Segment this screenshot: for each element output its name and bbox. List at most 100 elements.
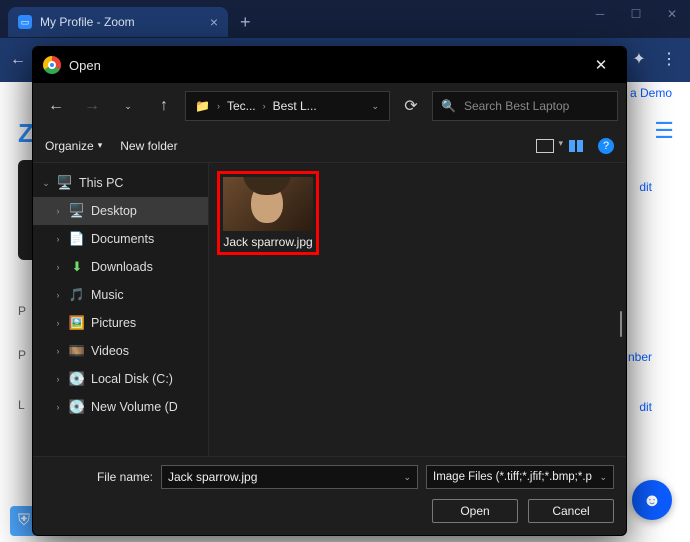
expand-icon[interactable]: › [53,346,63,356]
file-type-filter[interactable]: Image Files (*.tiff;*.jfif;*.bmp;*.p ⌄ [426,465,614,489]
expand-icon[interactable]: › [53,206,63,216]
folder-icon: 📁 [190,97,215,115]
browser-menu-icon[interactable]: ⋮ [660,50,678,68]
file-name-input[interactable]: Jack sparrow.jpg ⌄ [161,465,418,489]
dialog-nav: ← → ⌄ ↑ 📁 › Tec... › Best L... ⌄ ⟳ 🔍 Sea… [33,83,626,129]
refresh-icon[interactable]: ⟳ [396,91,426,121]
file-name-label: File name: [45,470,153,484]
view-mode-icon[interactable] [536,139,554,153]
cancel-button[interactable]: Cancel [528,499,614,523]
expand-icon[interactable]: › [53,234,63,244]
tree-item-documents[interactable]: › 📄 Documents [33,225,208,253]
chevron-down-icon[interactable]: ⌄ [599,472,607,483]
dialog-title: Open [69,58,101,73]
path-bar[interactable]: 📁 › Tec... › Best L... ⌄ [185,91,390,121]
expand-icon[interactable]: › [53,374,63,384]
tree-label: Pictures [91,316,136,330]
downloads-icon: ⬇ [69,259,85,275]
close-tab-icon[interactable]: × [210,14,218,30]
tree-label: Desktop [91,204,137,218]
nav-up-icon[interactable]: ↑ [149,91,179,121]
nav-forward-icon: → [77,91,107,121]
nav-recent-icon[interactable]: ⌄ [113,91,143,121]
nav-tree: ⌄ 🖥️ This PC › 🖥️ Desktop › 📄 Documents … [33,163,209,456]
tree-label: Music [91,288,124,302]
drive-icon: 💽 [69,371,85,387]
expand-icon[interactable]: › [53,262,63,272]
edit-link[interactable]: dit [639,180,652,194]
window-close-icon[interactable]: ✕ [654,0,690,28]
file-name-value: Jack sparrow.jpg [168,470,257,484]
search-placeholder: Search Best Laptop [464,99,569,113]
preview-pane-icon[interactable] [568,140,584,152]
extensions-icon[interactable]: ✦ [630,50,648,68]
tree-item-new-volume[interactable]: › 💽 New Volume (D [33,393,208,421]
music-icon: 🎵 [69,287,85,303]
pictures-icon: 🖼️ [69,315,85,331]
tab-title: My Profile - Zoom [40,15,135,29]
hamburger-icon[interactable]: ☰ [654,118,674,144]
chrome-icon [43,56,61,74]
chevron-down-icon: ▾ [98,140,103,151]
window-minimize-icon[interactable]: ─ [582,0,618,28]
new-folder-button[interactable]: New folder [120,139,177,153]
file-thumbnail [223,177,313,231]
tree-item-local-disk[interactable]: › 💽 Local Disk (C:) [33,365,208,393]
edit-link[interactable]: dit [639,400,652,414]
tree-item-music[interactable]: › 🎵 Music [33,281,208,309]
organize-button[interactable]: Organize ▾ [45,139,102,153]
search-input[interactable]: 🔍 Search Best Laptop [432,91,618,121]
browser-titlebar: ▭ My Profile - Zoom × + ─ ☐ ✕ [0,0,690,38]
browser-tab[interactable]: ▭ My Profile - Zoom × [8,7,228,37]
tree-label: Downloads [91,260,153,274]
help-icon[interactable]: ? [598,138,614,154]
tree-item-videos[interactable]: › 🎞️ Videos [33,337,208,365]
scrollbar[interactable] [620,311,622,337]
expand-icon[interactable]: › [53,318,63,328]
tree-label: This PC [79,176,123,190]
zoom-favicon: ▭ [18,15,32,29]
bg-label: L [18,398,25,412]
tree-item-this-pc[interactable]: ⌄ 🖥️ This PC [33,169,208,197]
tree-item-downloads[interactable]: › ⬇ Downloads [33,253,208,281]
path-segment[interactable]: Best L... [268,97,322,115]
organize-label: Organize [45,139,94,153]
dialog-footer: File name: Jack sparrow.jpg ⌄ Image File… [33,456,626,535]
dialog-toolbar: Organize ▾ New folder ? [33,129,626,163]
pc-icon: 🖥️ [57,175,73,191]
collapse-icon[interactable]: ⌄ [41,178,51,189]
chevron-right-icon: › [217,101,220,111]
dialog-close-icon[interactable]: ✕ [586,56,616,74]
filter-text: Image Files (*.tiff;*.jfif;*.bmp;*.p [433,471,592,483]
documents-icon: 📄 [69,231,85,247]
open-button[interactable]: Open [432,499,518,523]
tree-label: New Volume (D [91,400,178,414]
file-name-label: Jack sparrow.jpg [223,235,312,249]
path-segment[interactable]: Tec... [222,97,261,115]
tree-label: Videos [91,344,129,358]
drive-icon: 💽 [69,399,85,415]
demo-link[interactable]: a Demo [630,86,672,100]
chevron-down-icon[interactable]: ⌄ [403,472,411,483]
expand-icon[interactable]: › [53,290,63,300]
chevron-right-icon: › [263,101,266,111]
bg-label: P [18,348,26,362]
new-tab-button[interactable]: + [240,12,251,33]
edit-link[interactable]: nber [628,350,652,364]
file-item-selected[interactable]: Jack sparrow.jpg [217,171,319,255]
tree-label: Local Disk (C:) [91,372,173,386]
help-fab-icon[interactable]: ☻ [632,480,672,520]
videos-icon: 🎞️ [69,343,85,359]
tree-label: Documents [91,232,154,246]
path-dropdown-icon[interactable]: ⌄ [365,101,385,112]
file-pane[interactable]: Jack sparrow.jpg [209,163,626,456]
nav-back-icon[interactable]: ← [41,91,71,121]
browser-back-icon[interactable]: ← [10,51,26,69]
tree-item-desktop[interactable]: › 🖥️ Desktop [33,197,208,225]
expand-icon[interactable]: › [53,402,63,412]
tree-item-pictures[interactable]: › 🖼️ Pictures [33,309,208,337]
window-maximize-icon[interactable]: ☐ [618,0,654,28]
desktop-icon: 🖥️ [69,203,85,219]
search-icon: 🔍 [441,99,456,113]
bg-label: P [18,304,26,318]
